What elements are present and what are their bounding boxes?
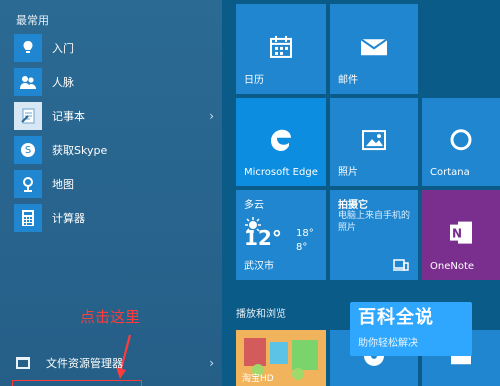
weather-high: 18° — [296, 228, 314, 239]
promo-title: 拍摄它 — [338, 200, 368, 211]
app-item-calculator[interactable]: 计算器 — [14, 204, 214, 232]
highlight-box — [12, 380, 142, 386]
watermark-title: 百科全说 — [358, 307, 434, 328]
weather-temperature: 12° — [244, 226, 282, 250]
game-label: 淘宝HD — [242, 374, 274, 384]
skype-icon: S — [21, 143, 35, 157]
edge-icon — [271, 129, 291, 152]
calendar-icon — [270, 35, 292, 58]
tile-game[interactable]: 淘宝HD — [236, 330, 326, 386]
svg-text:N: N — [452, 227, 462, 241]
calculator-icon — [14, 204, 42, 232]
tile-label: 日历 — [244, 75, 264, 86]
tile-microsoft-edge[interactable]: Microsoft Edge — [236, 98, 326, 186]
start-menu-screen: 最常用 入门 人脉 记事本 › S 获取Skype 地图 计算器 点击这里 文件… — [0, 0, 500, 386]
cortana-icon — [450, 129, 472, 151]
skype-icon: S — [14, 136, 42, 164]
tile-mail[interactable]: 邮件 — [330, 4, 418, 94]
watermark: 百科全说 助你轻松解决 — [350, 302, 472, 356]
tile-label: 照片 — [338, 167, 358, 178]
calculator-icon — [22, 210, 34, 226]
app-item-notepad[interactable]: 记事本 › — [14, 102, 214, 130]
tile-calendar[interactable]: 日历 — [236, 4, 326, 94]
mail-icon — [360, 38, 388, 56]
tile-photo-promo[interactable]: 拍摄它 电脑上来自手机的照片 — [330, 190, 418, 280]
tile-weather[interactable]: 多云 12° 18° 8° 武汉市 — [236, 190, 326, 280]
people-icon — [20, 76, 36, 89]
tile-label: Microsoft Edge — [244, 167, 318, 178]
app-item-people[interactable]: 人脉 — [14, 68, 214, 96]
weather-low: 8° — [296, 242, 308, 253]
onenote-icon: N — [450, 221, 472, 244]
lightbulb-icon — [23, 41, 33, 53]
app-item-maps[interactable]: 地图 — [14, 170, 214, 198]
weather-city: 武汉市 — [244, 261, 274, 272]
app-label: 记事本 — [52, 110, 85, 123]
maps-icon — [14, 170, 42, 198]
tile-onenote[interactable]: N OneNote — [422, 190, 500, 280]
file-explorer-label: 文件资源管理器 — [46, 357, 123, 370]
notepad-icon — [21, 108, 35, 124]
app-label: 入门 — [52, 42, 74, 55]
chevron-right-icon[interactable]: › — [209, 109, 214, 123]
tile-photos[interactable]: 照片 — [330, 98, 418, 186]
lightbulb-icon — [14, 34, 42, 62]
phone-laptop-icon — [393, 259, 409, 271]
app-label: 人脉 — [52, 76, 74, 89]
annotation-text: 点击这里 — [80, 308, 141, 326]
maps-icon — [23, 177, 33, 192]
notepad-icon — [14, 102, 42, 130]
promo-text: 电脑上来自手机的照片 — [338, 211, 411, 233]
play-and-explore-title: 播放和浏览 — [236, 309, 286, 320]
people-icon — [14, 68, 42, 96]
weather-condition: 多云 — [244, 200, 264, 211]
app-item-get-started[interactable]: 入门 — [14, 34, 214, 62]
tile-label: OneNote — [430, 261, 475, 272]
file-explorer-entry[interactable]: 文件资源管理器 › — [14, 350, 214, 376]
app-label: 计算器 — [52, 212, 85, 225]
watermark-subtitle: 助你轻松解决 — [358, 338, 418, 349]
svg-text:S: S — [25, 145, 31, 156]
tile-cortana[interactable]: Cortana — [422, 98, 500, 186]
tile-label: 邮件 — [338, 75, 358, 86]
app-label: 获取Skype — [52, 144, 108, 157]
app-list-panel: 最常用 入门 人脉 记事本 › S 获取Skype 地图 计算器 点击这里 文件… — [0, 0, 222, 386]
app-item-get-skype[interactable]: S 获取Skype — [14, 136, 214, 164]
most-used-title: 最常用 — [16, 14, 49, 27]
app-label: 地图 — [52, 178, 74, 191]
photos-icon — [362, 130, 386, 151]
tile-label: Cortana — [430, 167, 470, 178]
folder-icon — [16, 357, 30, 369]
chevron-right-icon[interactable]: › — [209, 356, 214, 370]
